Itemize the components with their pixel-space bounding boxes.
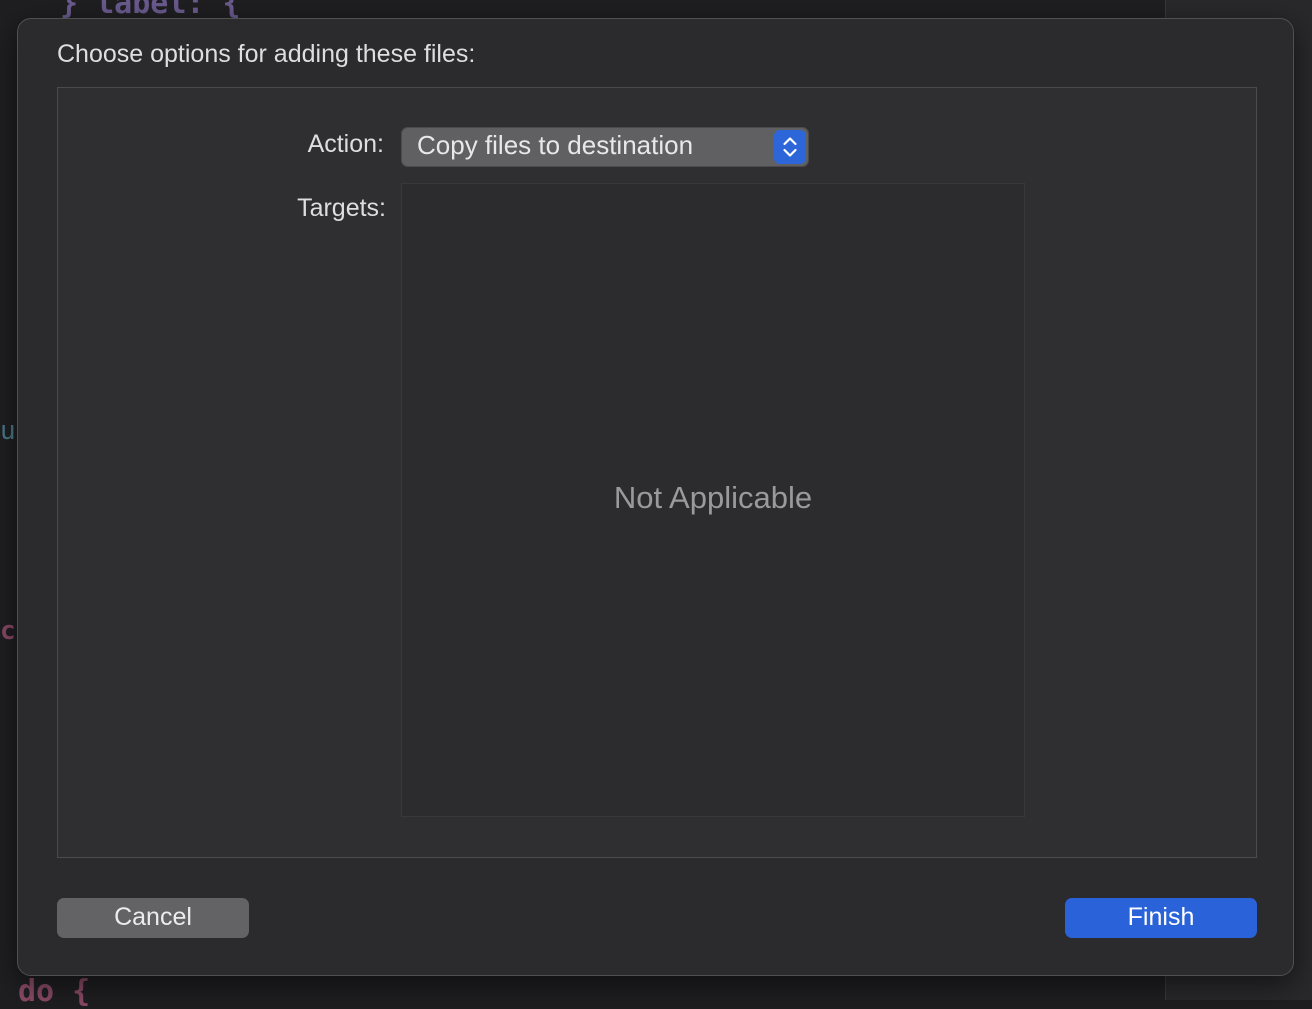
cancel-button[interactable]: Cancel bbox=[57, 898, 249, 938]
targets-label: Targets: bbox=[297, 194, 386, 222]
action-popup-value: Copy files to destination bbox=[417, 130, 694, 160]
targets-placeholder: Not Applicable bbox=[613, 480, 813, 515]
code-fragment-left-1: u bbox=[0, 416, 16, 446]
finish-button[interactable]: Finish bbox=[1065, 898, 1257, 938]
code-line-bottom: do { bbox=[18, 974, 91, 1009]
add-files-sheet: Choose options for adding these files: A… bbox=[17, 18, 1294, 976]
sheet-title: Choose options for adding these files: bbox=[57, 40, 476, 68]
targets-list[interactable]: Not Applicable bbox=[401, 183, 1025, 817]
options-box: Action: Copy files to destination Target… bbox=[57, 87, 1257, 858]
action-popup-button[interactable]: Copy files to destination bbox=[401, 127, 809, 167]
action-label: Action: bbox=[307, 130, 384, 158]
code-fragment-left-2: c bbox=[0, 616, 16, 646]
chevron-up-down-icon bbox=[774, 130, 806, 164]
